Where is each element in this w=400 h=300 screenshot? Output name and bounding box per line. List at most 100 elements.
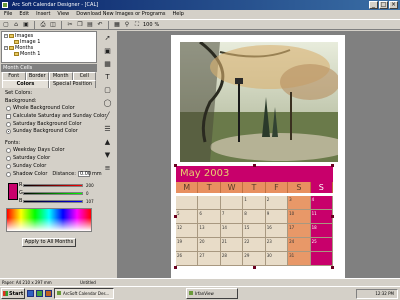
radio-button[interactable]: [6, 171, 11, 177]
radio-button[interactable]: [6, 163, 11, 169]
tab-border[interactable]: Border: [25, 72, 49, 80]
day-cell[interactable]: 28: [220, 252, 244, 266]
radio-button[interactable]: [6, 128, 11, 134]
cut-icon[interactable]: ✂: [66, 21, 74, 29]
day-cell[interactable]: 9: [265, 210, 289, 224]
save-icon[interactable]: ▣: [22, 21, 30, 29]
calendar-tool-icon[interactable]: ▦: [103, 59, 113, 69]
day-cell[interactable]: 3: [288, 196, 311, 210]
day-cell[interactable]: 19: [176, 238, 199, 252]
day-cell[interactable]: 7: [220, 210, 244, 224]
day-cell[interactable]: 11: [310, 210, 333, 224]
text-tool-icon[interactable]: T: [103, 72, 113, 82]
day-cell[interactable]: 4: [310, 196, 333, 210]
zoom-icon[interactable]: ⚲: [123, 21, 131, 29]
day-cell[interactable]: 30: [265, 252, 289, 266]
day-cell[interactable]: [176, 196, 199, 210]
maximize-button[interactable]: □: [379, 1, 388, 9]
font-option-saturday[interactable]: Saturday Color: [6, 155, 50, 161]
minimize-button[interactable]: _: [369, 1, 378, 9]
rectangle-tool-icon[interactable]: ▢: [103, 85, 113, 95]
radio-button[interactable]: [6, 147, 11, 153]
collapse-icon[interactable]: -: [4, 34, 8, 38]
day-cell[interactable]: [220, 196, 244, 210]
calendar-photo[interactable]: [180, 42, 338, 162]
resize-handle[interactable]: [174, 215, 177, 218]
close-button[interactable]: ×: [389, 1, 398, 9]
day-cell[interactable]: 23: [265, 238, 289, 252]
menu-help[interactable]: Help: [172, 10, 183, 19]
copy-icon[interactable]: ❐: [76, 21, 84, 29]
day-cell[interactable]: 10: [288, 210, 311, 224]
menu-view[interactable]: View: [57, 10, 69, 19]
checkbox[interactable]: [6, 113, 11, 119]
quick-launch-desktop-icon[interactable]: [36, 290, 43, 297]
font-option-weekday[interactable]: Weekday Days Color: [6, 147, 65, 153]
day-cell[interactable]: 5: [176, 210, 199, 224]
day-cell[interactable]: 18: [310, 224, 333, 238]
day-cell[interactable]: 6: [198, 210, 221, 224]
quick-launch-ie-icon[interactable]: [27, 290, 34, 297]
day-cell[interactable]: 14: [220, 224, 244, 238]
taskbar-item-irfanview[interactable]: IrfanView: [186, 288, 238, 299]
tab-month[interactable]: Month: [49, 72, 73, 80]
calendar-grid[interactable]: M T W T F S S 1 2 3 4 5 6 7 8 9 10 11 12 13 14 15 16 17 18 19 20 21…: [176, 182, 333, 266]
day-cell[interactable]: 27: [198, 252, 221, 266]
open-icon[interactable]: ⌂: [12, 21, 20, 29]
day-cell[interactable]: 21: [220, 238, 244, 252]
line-tool-icon[interactable]: ╱: [103, 111, 113, 121]
font-option-shadow[interactable]: Shadow Color Distance: 0.00 mm: [6, 171, 102, 177]
apply-all-months-button[interactable]: Apply to All Months: [22, 238, 76, 247]
day-cell[interactable]: 12: [176, 224, 199, 238]
menu-edit[interactable]: Edit: [19, 10, 29, 19]
day-cell[interactable]: 8: [243, 210, 266, 224]
undo-icon[interactable]: ↶: [96, 21, 104, 29]
print-icon[interactable]: ⎙: [39, 21, 47, 29]
grid-icon[interactable]: ▦: [113, 21, 121, 29]
menu-download[interactable]: Download New Images or Programs: [76, 10, 165, 19]
day-cell[interactable]: 16: [265, 224, 289, 238]
bg-option-calc[interactable]: Calculate Saturday and Sunday Color: [6, 113, 106, 119]
day-cell[interactable]: 31: [288, 252, 311, 266]
day-cell[interactable]: [310, 252, 333, 266]
resize-handle[interactable]: [331, 215, 334, 218]
send-back-icon[interactable]: ▼: [103, 150, 113, 160]
layer-icon[interactable]: ≡: [103, 163, 113, 173]
bring-front-icon[interactable]: ▲: [103, 137, 113, 147]
day-cell[interactable]: 26: [176, 252, 199, 266]
distance-input[interactable]: 0.00: [77, 171, 91, 177]
month-title[interactable]: May 2003: [176, 166, 333, 182]
bg-option-sunday[interactable]: Sunday Background Color: [6, 128, 78, 134]
align-icon[interactable]: ☰: [103, 124, 113, 134]
color-palette[interactable]: [6, 208, 92, 232]
resize-handle[interactable]: [253, 164, 256, 167]
bg-option-saturday[interactable]: Saturday Background Color: [6, 121, 82, 127]
zoom-value[interactable]: 100: [143, 22, 153, 28]
collapse-icon[interactable]: -: [4, 46, 8, 50]
bg-option-whole[interactable]: Whole Background Color: [6, 105, 75, 111]
day-cell[interactable]: [198, 196, 221, 210]
green-slider[interactable]: [23, 192, 83, 195]
start-button[interactable]: Start: [1, 288, 25, 299]
day-cell[interactable]: 2: [265, 196, 289, 210]
menu-insert[interactable]: Insert: [36, 10, 50, 19]
radio-button[interactable]: [6, 105, 11, 111]
day-cell[interactable]: 13: [198, 224, 221, 238]
font-option-sunday[interactable]: Sunday Color: [6, 163, 46, 169]
new-icon[interactable]: ▢: [2, 21, 10, 29]
day-cell[interactable]: 1: [243, 196, 266, 210]
pointer-icon[interactable]: ➚: [103, 33, 113, 43]
radio-button[interactable]: [6, 155, 11, 161]
day-cell[interactable]: 20: [198, 238, 221, 252]
menu-file[interactable]: File: [4, 10, 12, 19]
day-cell[interactable]: 17: [288, 224, 311, 238]
resize-handle[interactable]: [253, 266, 256, 269]
resize-handle[interactable]: [331, 164, 334, 167]
tree-item-month1[interactable]: Month 1: [4, 51, 94, 57]
tab-colors[interactable]: Colors: [2, 80, 49, 88]
day-cell[interactable]: 29: [243, 252, 266, 266]
radio-button[interactable]: [6, 121, 11, 127]
ellipse-tool-icon[interactable]: ◯: [103, 98, 113, 108]
day-cell[interactable]: 15: [243, 224, 266, 238]
resize-handle[interactable]: [174, 266, 177, 269]
